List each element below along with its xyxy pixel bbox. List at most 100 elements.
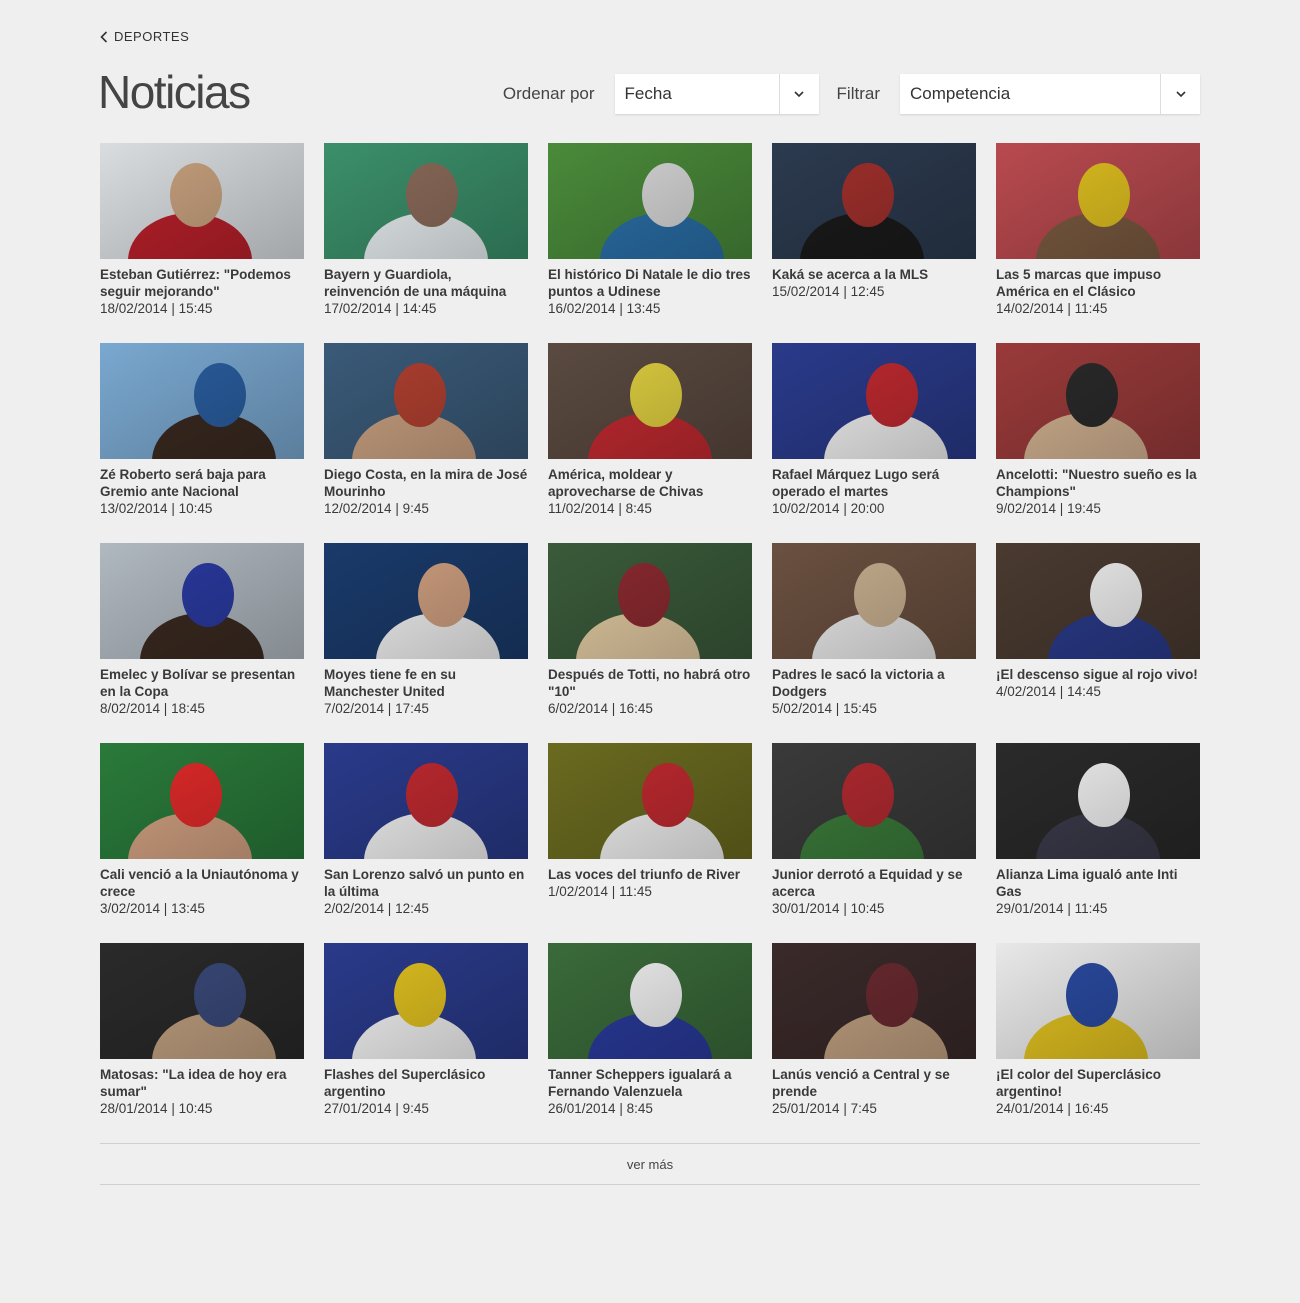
news-thumbnail-image[interactable] bbox=[548, 343, 752, 459]
news-thumbnail-image[interactable] bbox=[996, 543, 1200, 659]
news-card-title[interactable]: Diego Costa, en la mira de José Mourinho bbox=[324, 466, 528, 500]
news-card[interactable]: Diego Costa, en la mira de José Mourinho… bbox=[324, 343, 528, 543]
news-card[interactable]: Lanús venció a Central y se prende 25/01/… bbox=[772, 943, 976, 1143]
chevron-down-icon[interactable] bbox=[1161, 74, 1200, 114]
news-thumbnail-image[interactable] bbox=[772, 543, 976, 659]
news-card-date: 29/01/2014 | 11:45 bbox=[996, 901, 1108, 916]
news-card[interactable]: Cali venció a la Uniautónoma y crece 3/02… bbox=[100, 743, 304, 943]
news-card[interactable]: ¡El color del Superclásico argentino! 24/… bbox=[996, 943, 1200, 1143]
news-card[interactable]: San Lorenzo salvó un punto en la última 2… bbox=[324, 743, 528, 943]
news-card-date: 27/01/2014 | 9:45 bbox=[324, 1101, 429, 1116]
news-card-title[interactable]: Las voces del triunfo de River bbox=[548, 866, 752, 883]
news-thumbnail-image[interactable] bbox=[996, 143, 1200, 259]
news-card-title[interactable]: Las 5 marcas que impuso América en el Cl… bbox=[996, 266, 1200, 300]
news-card-date: 6/02/2014 | 16:45 bbox=[548, 701, 653, 716]
news-card-title[interactable]: Junior derrotó a Equidad y se acerca bbox=[772, 866, 976, 900]
chevron-down-icon[interactable] bbox=[780, 74, 819, 114]
news-thumbnail-image[interactable] bbox=[100, 343, 304, 459]
news-card-title[interactable]: Moyes tiene fe en su Manchester United bbox=[324, 666, 528, 700]
news-thumbnail-image[interactable] bbox=[100, 543, 304, 659]
news-card[interactable]: Las voces del triunfo de River 1/02/2014 … bbox=[548, 743, 752, 943]
news-card-title[interactable]: ¡El descenso sigue al rojo vivo! bbox=[996, 666, 1200, 683]
news-card[interactable]: Bayern y Guardiola, reinvención de una m… bbox=[324, 143, 528, 343]
news-card[interactable]: Tanner Scheppers igualará a Fernando Val… bbox=[548, 943, 752, 1143]
news-card-date: 14/02/2014 | 11:45 bbox=[996, 301, 1108, 316]
news-card[interactable]: Junior derrotó a Equidad y se acerca 30/0… bbox=[772, 743, 976, 943]
sort-filter-bar: Ordenar por Fecha Filtrar Competencia bbox=[503, 74, 1200, 114]
news-card-title[interactable]: Zé Roberto será baja para Gremio ante Na… bbox=[100, 466, 304, 500]
news-card-title[interactable]: Tanner Scheppers igualará a Fernando Val… bbox=[548, 1066, 752, 1100]
news-thumbnail-image[interactable] bbox=[324, 743, 528, 859]
news-card-date: 3/02/2014 | 13:45 bbox=[100, 901, 205, 916]
news-thumbnail-image[interactable] bbox=[996, 943, 1200, 1059]
news-thumbnail-image[interactable] bbox=[772, 343, 976, 459]
news-card-title[interactable]: Emelec y Bolívar se presentan en la Copa bbox=[100, 666, 304, 700]
news-card-date: 25/01/2014 | 7:45 bbox=[772, 1101, 877, 1116]
news-card[interactable]: Esteban Gutiérrez: "Podemos seguir mejor… bbox=[100, 143, 304, 343]
news-thumbnail-image[interactable] bbox=[100, 743, 304, 859]
load-more-button[interactable]: ver más bbox=[100, 1143, 1200, 1185]
news-card-date: 28/01/2014 | 10:45 bbox=[100, 1101, 213, 1116]
sort-select[interactable]: Fecha bbox=[614, 74, 819, 114]
news-thumbnail-image[interactable] bbox=[548, 143, 752, 259]
sort-label: Ordenar por bbox=[502, 84, 595, 103]
news-card-title[interactable]: Cali venció a la Uniautónoma y crece bbox=[100, 866, 304, 900]
news-card-title[interactable]: Matosas: "La idea de hoy era sumar" bbox=[100, 1066, 304, 1100]
news-card-title[interactable]: Esteban Gutiérrez: "Podemos seguir mejor… bbox=[100, 266, 304, 300]
news-card[interactable]: Emelec y Bolívar se presentan en la Copa… bbox=[100, 543, 304, 743]
news-card[interactable]: Padres le sacó la victoria a Dodgers 5/02… bbox=[772, 543, 976, 743]
news-thumbnail-image[interactable] bbox=[548, 743, 752, 859]
news-card-title[interactable]: ¡El color del Superclásico argentino! bbox=[996, 1066, 1200, 1100]
news-thumbnail-image[interactable] bbox=[996, 743, 1200, 859]
news-card-title[interactable]: Flashes del Superclásico argentino bbox=[324, 1066, 528, 1100]
news-card[interactable]: Moyes tiene fe en su Manchester United 7/… bbox=[324, 543, 528, 743]
news-card[interactable]: Rafael Márquez Lugo será operado el mart… bbox=[772, 343, 976, 543]
news-card-date: 17/02/2014 | 14:45 bbox=[324, 301, 437, 316]
news-card-date: 11/02/2014 | 8:45 bbox=[548, 501, 652, 516]
news-card-title[interactable]: Ancelotti: "Nuestro sueño es la Champion… bbox=[996, 466, 1200, 500]
filter-select-value: Competencia bbox=[900, 74, 1161, 114]
news-card[interactable]: Las 5 marcas que impuso América en el Cl… bbox=[996, 143, 1200, 343]
filter-select[interactable]: Competencia bbox=[900, 74, 1200, 114]
news-card[interactable]: Alianza Lima igualó ante Inti Gas 29/01/2… bbox=[996, 743, 1200, 943]
news-thumbnail-image[interactable] bbox=[772, 143, 976, 259]
news-thumbnail-image[interactable] bbox=[100, 143, 304, 259]
news-card[interactable]: Ancelotti: "Nuestro sueño es la Champion… bbox=[996, 343, 1200, 543]
news-card-title[interactable]: Después de Totti, no habrá otro "10" bbox=[548, 666, 752, 700]
news-card-title[interactable]: Padres le sacó la victoria a Dodgers bbox=[772, 666, 976, 700]
news-card-title[interactable]: Kaká se acerca a la MLS bbox=[772, 266, 976, 283]
news-card-title[interactable]: América, moldear y aprovecharse de Chiva… bbox=[548, 466, 752, 500]
news-card[interactable]: El histórico Di Natale le dio tres punto… bbox=[548, 143, 752, 343]
news-thumbnail-image[interactable] bbox=[548, 943, 752, 1059]
news-thumbnail-image[interactable] bbox=[324, 943, 528, 1059]
news-card-date: 18/02/2014 | 15:45 bbox=[100, 301, 213, 316]
news-card[interactable]: Zé Roberto será baja para Gremio ante Na… bbox=[100, 343, 304, 543]
news-card-title[interactable]: Alianza Lima igualó ante Inti Gas bbox=[996, 866, 1200, 900]
chevron-left-icon bbox=[100, 30, 108, 43]
news-thumbnail-image[interactable] bbox=[996, 343, 1200, 459]
news-thumbnail-image[interactable] bbox=[100, 943, 304, 1059]
news-card-title[interactable]: Rafael Márquez Lugo será operado el mart… bbox=[772, 466, 976, 500]
news-card-title[interactable]: Bayern y Guardiola, reinvención de una m… bbox=[324, 266, 528, 300]
news-card-date: 15/02/2014 | 12:45 bbox=[772, 284, 885, 299]
news-card[interactable]: ¡El descenso sigue al rojo vivo! 4/02/201… bbox=[996, 543, 1200, 743]
news-card-title[interactable]: San Lorenzo salvó un punto en la última bbox=[324, 866, 528, 900]
back-link-deportes[interactable]: DEPORTES bbox=[100, 29, 189, 44]
news-thumbnail-image[interactable] bbox=[324, 343, 528, 459]
news-thumbnail-image[interactable] bbox=[324, 143, 528, 259]
news-card[interactable]: Matosas: "La idea de hoy era sumar" 28/01… bbox=[100, 943, 304, 1143]
news-card[interactable]: América, moldear y aprovecharse de Chiva… bbox=[548, 343, 752, 543]
news-card-date: 16/02/2014 | 13:45 bbox=[548, 301, 661, 316]
news-card[interactable]: Flashes del Superclásico argentino 27/01/… bbox=[324, 943, 528, 1143]
news-card-date: 24/01/2014 | 16:45 bbox=[996, 1101, 1109, 1116]
news-card-title[interactable]: Lanús venció a Central y se prende bbox=[772, 1066, 976, 1100]
news-thumbnail-image[interactable] bbox=[772, 943, 976, 1059]
news-card-title[interactable]: El histórico Di Natale le dio tres punto… bbox=[548, 266, 752, 300]
news-thumbnail-image[interactable] bbox=[548, 543, 752, 659]
news-card[interactable]: Después de Totti, no habrá otro "10" 6/02… bbox=[548, 543, 752, 743]
news-thumbnail-image[interactable] bbox=[772, 743, 976, 859]
news-thumbnail-image[interactable] bbox=[324, 543, 528, 659]
news-card[interactable]: Kaká se acerca a la MLS 15/02/2014 | 12:4… bbox=[772, 143, 976, 343]
news-card-date: 8/02/2014 | 18:45 bbox=[100, 701, 205, 716]
news-card-date: 2/02/2014 | 12:45 bbox=[324, 901, 429, 916]
